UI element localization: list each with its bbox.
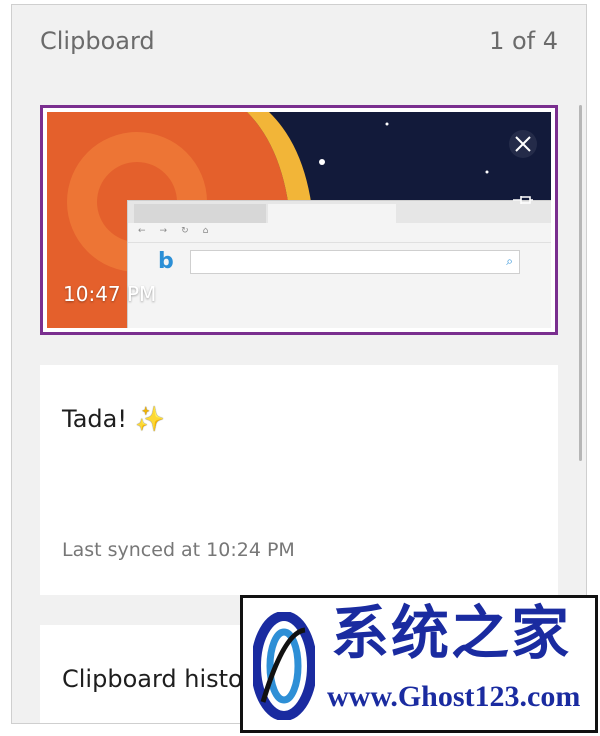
clipboard-item-text[interactable]: Tada! ✨ Last synced at 10:24 PM: [40, 365, 558, 595]
watermark-title: 系统之家: [331, 599, 572, 667]
browser-window-preview: ← → ↻ ⌂ b ⌕: [127, 200, 551, 328]
browser-tabs-preview: [128, 201, 551, 223]
back-icon: ←: [138, 226, 146, 236]
refresh-icon: ↻: [181, 226, 189, 236]
item-timestamp: 10:47 PM: [63, 282, 157, 306]
bing-logo-icon: b: [158, 249, 174, 274]
browser-tab-preview: [134, 204, 266, 223]
clipboard-title: Clipboard: [40, 27, 155, 55]
address-bar-preview: ← → ↻ ⌂: [128, 223, 551, 243]
browser-tab-preview: [268, 204, 396, 223]
sparkles-icon: ✨: [134, 405, 165, 433]
item-text: Clipboard histo: [62, 665, 243, 693]
watermark-url: www.Ghost123.com: [327, 680, 581, 713]
forward-icon: →: [159, 226, 168, 236]
screenshot-thumbnail: ← → ↻ ⌂ b ⌕ 10:47 PM: [47, 112, 551, 328]
close-icon: [515, 136, 531, 152]
watermark-logo-icon: [253, 612, 315, 720]
item-content: Clipboard histo: [62, 665, 243, 693]
search-nav-preview: [198, 289, 308, 291]
clipboard-item-image[interactable]: ← → ↻ ⌂ b ⌕ 10:47 PM: [40, 105, 558, 335]
search-icon: ⌕: [506, 253, 513, 268]
item-text: Tada!: [62, 405, 127, 433]
item-content: Tada! ✨: [62, 405, 165, 433]
sync-status: Last synced at 10:24 PM: [62, 539, 295, 561]
delete-item-button[interactable]: [509, 130, 537, 158]
search-preview: b ⌕: [158, 249, 520, 274]
scrollbar[interactable]: [579, 105, 582, 461]
search-box-preview: ⌕: [190, 249, 520, 274]
page-indicator: 1 of 4: [489, 27, 558, 55]
home-icon: ⌂: [202, 226, 209, 236]
watermark: 系统之家 www.Ghost123.com: [240, 595, 598, 733]
pin-icon: [513, 196, 533, 204]
pin-item-button[interactable]: [509, 186, 537, 214]
